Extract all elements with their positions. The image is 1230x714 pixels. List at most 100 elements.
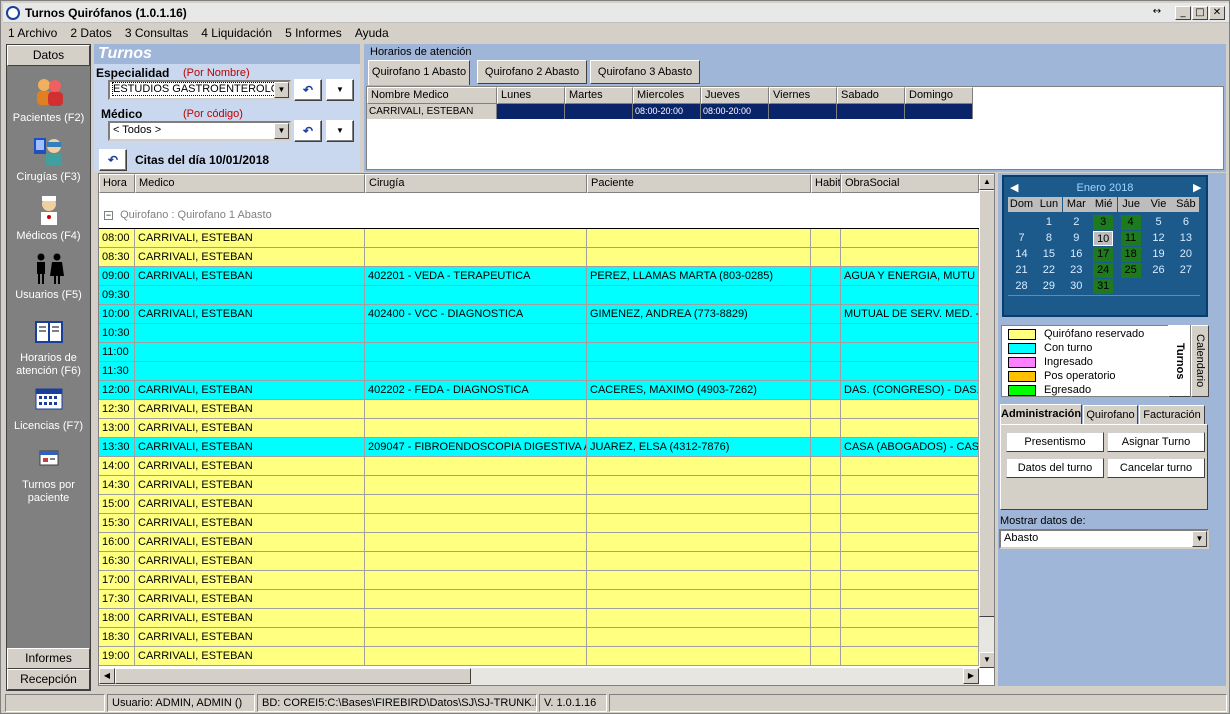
cell-cirugia[interactable] (365, 609, 587, 628)
cell-habit[interactable] (811, 457, 841, 476)
cell-medico[interactable]: CARRIVALI, ESTEBAN (135, 647, 365, 666)
table-row[interactable]: 14:30 CARRIVALI, ESTEBAN (99, 476, 979, 495)
table-row[interactable]: 11:00 (99, 343, 979, 362)
cell-medico[interactable]: CARRIVALI, ESTEBAN (135, 267, 365, 286)
cell-hora[interactable]: 13:30 (99, 438, 135, 457)
cell-hora[interactable]: 18:30 (99, 628, 135, 647)
table-row[interactable]: 19:00 CARRIVALI, ESTEBAN (99, 647, 979, 666)
table-row[interactable]: 08:00 CARRIVALI, ESTEBAN (99, 229, 979, 248)
cell-paciente[interactable] (587, 286, 811, 305)
col-jueves[interactable]: Jueves (701, 87, 769, 104)
table-row[interactable]: 13:00 CARRIVALI, ESTEBAN (99, 419, 979, 438)
calendar-day[interactable]: 24 (1093, 263, 1114, 278)
cell-paciente[interactable] (587, 362, 811, 381)
datos-turno-button[interactable]: Datos del turno (1006, 458, 1104, 478)
cell-paciente[interactable]: JUAREZ, ELSA (4312-7876) (587, 438, 811, 457)
sidebar-item-turnos-paciente[interactable]: Turnos por paciente (7, 442, 90, 505)
cell-medico[interactable]: CARRIVALI, ESTEBAN (135, 419, 365, 438)
cell-paciente[interactable]: PEREZ, LLAMAS MARTA (803-0285) (587, 267, 811, 286)
cell-paciente[interactable] (587, 514, 811, 533)
cell-medico[interactable]: CARRIVALI, ESTEBAN (135, 305, 365, 324)
col-obrasocial[interactable]: ObraSocial (841, 174, 979, 193)
scroll-left-icon[interactable]: ◀ (99, 668, 115, 684)
maximize-button[interactable]: □ (1192, 6, 1208, 20)
cell-cirugia[interactable] (365, 248, 587, 267)
cell-hora[interactable]: 12:30 (99, 400, 135, 419)
sidebar-item-cirugias[interactable]: Cirugías (F3) (7, 134, 90, 184)
cell-habit[interactable] (811, 400, 841, 419)
sidebar-header-recepcion[interactable]: Recepción (7, 669, 90, 690)
cell-hora[interactable]: 19:00 (99, 647, 135, 666)
horario-miercoles[interactable]: 08:00-20:00 (633, 104, 701, 119)
cell-medico[interactable]: CARRIVALI, ESTEBAN (135, 457, 365, 476)
cell-paciente[interactable] (587, 476, 811, 495)
cell-cirugia[interactable] (365, 419, 587, 438)
table-row[interactable]: 10:30 (99, 324, 979, 343)
cell-hora[interactable]: 16:30 (99, 552, 135, 571)
calendar-day[interactable]: 26 (1145, 263, 1172, 278)
cell-cirugia[interactable] (365, 229, 587, 248)
col-cirugia[interactable]: Cirugía (365, 174, 587, 193)
calendar-day[interactable]: 19 (1145, 247, 1172, 262)
calendar-day[interactable]: 29 (1035, 279, 1062, 294)
col-viernes[interactable]: Viernes (769, 87, 837, 104)
chevron-down-icon[interactable]: ▼ (1192, 531, 1207, 547)
menu-datos[interactable]: 2 Datos (65, 24, 116, 40)
cell-paciente[interactable] (587, 552, 811, 571)
cell-paciente[interactable] (587, 419, 811, 438)
sidebar-item-horarios[interactable]: Horarios de atención (F6) (7, 315, 90, 378)
col-paciente[interactable]: Paciente (587, 174, 811, 193)
cell-habit[interactable] (811, 324, 841, 343)
tab-quirofano[interactable]: Quirofano (1083, 405, 1138, 425)
cell-cirugia[interactable] (365, 324, 587, 343)
cell-medico[interactable] (135, 286, 365, 305)
menu-ayuda[interactable]: Ayuda (350, 24, 394, 40)
cell-medico[interactable]: CARRIVALI, ESTEBAN (135, 571, 365, 590)
medico-dropdown-button[interactable]: ▼ (326, 120, 354, 142)
cell-obrasocial[interactable]: CASA (ABOGADOS) - CASA (841, 438, 979, 457)
especialidad-dropdown-button[interactable]: ▼ (326, 79, 354, 101)
cell-cirugia[interactable] (365, 286, 587, 305)
horizontal-scroll-thumb[interactable] (115, 668, 471, 684)
sidebar-item-usuarios[interactable]: Usuarios (F5) (7, 252, 90, 302)
col-medico[interactable]: Medico (135, 174, 365, 193)
calendar-day[interactable]: 1 (1035, 215, 1062, 230)
cell-medico[interactable]: CARRIVALI, ESTEBAN (135, 533, 365, 552)
cell-cirugia[interactable] (365, 647, 587, 666)
cell-cirugia[interactable] (365, 476, 587, 495)
cell-paciente[interactable]: GIMENEZ, ANDREA (773-8829) (587, 305, 811, 324)
sidebar-item-medicos[interactable]: Médicos (F4) (7, 193, 90, 243)
cell-habit[interactable] (811, 514, 841, 533)
table-row[interactable]: 10:00 CARRIVALI, ESTEBAN 402400 - VCC - DI… (99, 305, 979, 324)
chevron-down-icon[interactable]: ▼ (274, 123, 289, 139)
table-row[interactable]: 09:00 CARRIVALI, ESTEBAN 402201 - VEDA - T… (99, 267, 979, 286)
cell-habit[interactable] (811, 229, 841, 248)
cell-paciente[interactable] (587, 248, 811, 267)
cell-cirugia[interactable] (365, 571, 587, 590)
minimize-button[interactable]: _ (1175, 6, 1191, 20)
calendar-day[interactable]: 10 (1093, 231, 1114, 246)
cell-hora[interactable]: 13:00 (99, 419, 135, 438)
cell-habit[interactable] (811, 590, 841, 609)
cell-cirugia[interactable] (365, 590, 587, 609)
cell-hora[interactable]: 12:00 (99, 381, 135, 400)
cell-medico[interactable]: CARRIVALI, ESTEBAN (135, 476, 365, 495)
tab-quirofano-2[interactable]: Quirofano 2 Abasto (477, 60, 587, 84)
col-lunes[interactable]: Lunes (497, 87, 565, 104)
cell-paciente[interactable] (587, 609, 811, 628)
cell-cirugia[interactable] (365, 400, 587, 419)
cell-obrasocial[interactable]: MUTUAL DE SERV. MED. - (841, 305, 979, 324)
table-row[interactable]: 08:30 CARRIVALI, ESTEBAN (99, 248, 979, 267)
cell-medico[interactable] (135, 362, 365, 381)
vertical-scroll-thumb[interactable] (979, 190, 994, 617)
refresh-citas-button[interactable]: ↶ (99, 149, 127, 171)
cell-habit[interactable] (811, 343, 841, 362)
cell-obrasocial[interactable]: DAS. (CONGRESO) - DAS. ( (841, 381, 979, 400)
cell-habit[interactable] (811, 248, 841, 267)
horario-lunes[interactable] (497, 104, 565, 119)
col-miercoles[interactable]: Miercoles (633, 87, 701, 104)
cell-paciente[interactable] (587, 628, 811, 647)
cell-obrasocial[interactable] (841, 343, 979, 362)
calendar-day[interactable]: 7 (1008, 231, 1035, 246)
cell-cirugia[interactable] (365, 495, 587, 514)
